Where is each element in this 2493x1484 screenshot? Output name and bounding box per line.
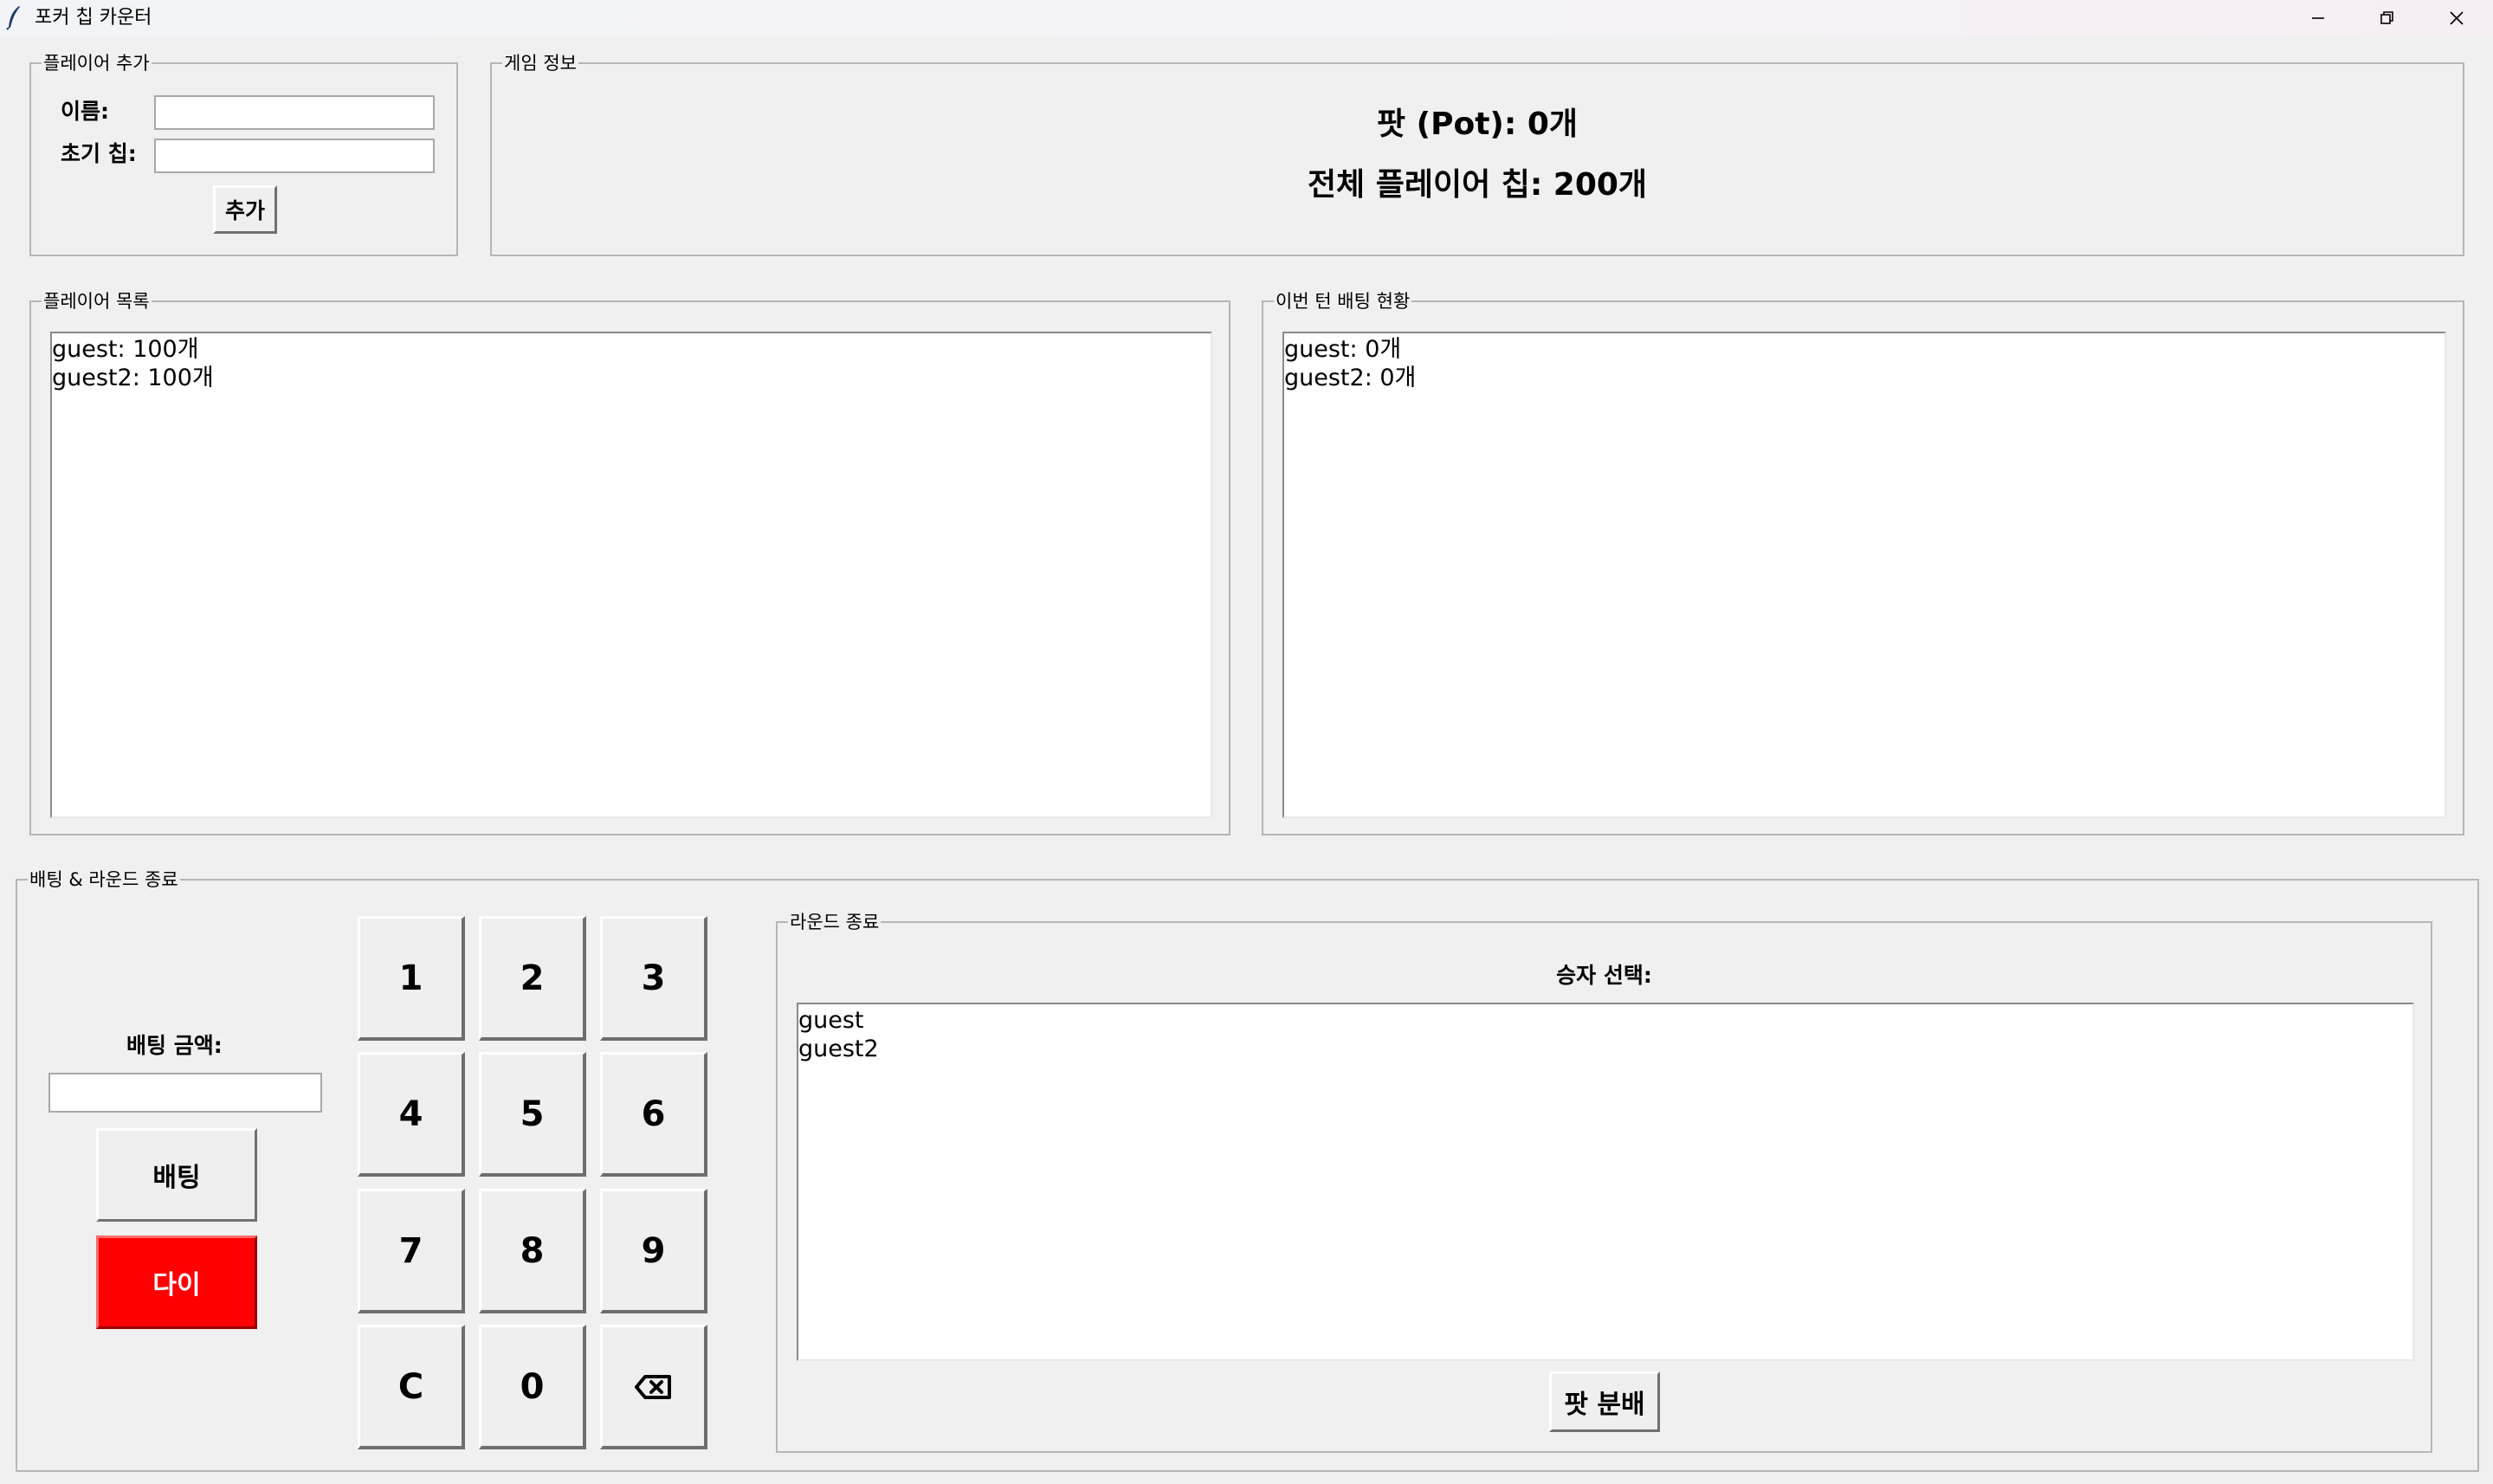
list-item[interactable]: guest2 [798, 1035, 2412, 1063]
winner-select-label: 승자 선택: [1556, 963, 1652, 988]
keypad-key-8[interactable]: 8 [479, 1189, 586, 1313]
bet-status-listbox[interactable]: guest: 0개 guest2: 0개 [1282, 332, 2446, 818]
distribute-pot-button[interactable]: 팟 분배 [1549, 1371, 1660, 1432]
die-button[interactable]: 다이 [96, 1236, 257, 1329]
keypad-key-backspace[interactable] [600, 1325, 707, 1449]
close-icon [2450, 11, 2464, 25]
keypad-key-7[interactable]: 7 [358, 1189, 465, 1313]
bet-status-group: 이번 턴 배팅 현황 guest: 0개 guest2: 0개 [1262, 290, 2464, 836]
window-title: 포커 칩 카운터 [35, 7, 152, 29]
backspace-icon [634, 1374, 671, 1399]
bet-status-legend: 이번 턴 배팅 현황 [1274, 290, 1412, 313]
keypad-key-5[interactable]: 5 [479, 1052, 586, 1177]
bet-amount-label: 배팅 금액: [126, 1033, 223, 1058]
round-end-legend: 라운드 종료 [788, 911, 882, 933]
add-player-button[interactable]: 추가 [213, 185, 277, 234]
keypad-key-1[interactable]: 1 [358, 916, 465, 1041]
list-item[interactable]: guest [798, 1006, 2412, 1035]
keypad-key-9[interactable]: 9 [600, 1189, 707, 1313]
minimize-icon [2312, 17, 2324, 19]
player-list-group: 플레이어 목록 guest: 100개 guest2: 100개 [29, 290, 1230, 836]
title-bar: 포커 칩 카운터 [0, 0, 2493, 36]
feather-icon [6, 6, 20, 30]
game-info-group: 게임 정보 팟 (Pot): 0개 전체 플레이어 칩: 200개 [490, 52, 2464, 256]
list-item[interactable]: guest: 100개 [52, 335, 1211, 364]
game-info-legend: 게임 정보 [502, 52, 578, 74]
initial-chips-input[interactable] [154, 139, 435, 173]
add-player-group: 플레이어 추가 이름: 초기 칩: 추가 [29, 52, 458, 256]
keypad-key-0[interactable]: 0 [479, 1325, 586, 1449]
pot-display: 팟 (Pot): 0개 [1377, 106, 1578, 142]
round-end-group: 라운드 종료 승자 선택: guest guest2 팟 분배 [776, 911, 2432, 1453]
keypad-key-3[interactable]: 3 [600, 916, 707, 1041]
winner-listbox[interactable]: guest guest2 [797, 1003, 2414, 1361]
list-item[interactable]: guest2: 100개 [52, 364, 1211, 392]
list-item[interactable]: guest2: 0개 [1284, 364, 2445, 392]
betting-legend: 배팅 & 라운드 종료 [28, 868, 180, 891]
add-player-legend: 플레이어 추가 [42, 52, 152, 74]
keypad-key-2[interactable]: 2 [479, 916, 586, 1041]
keypad-key-6[interactable]: 6 [600, 1052, 707, 1177]
initial-chips-label: 초기 칩: [61, 141, 137, 166]
bet-button[interactable]: 배팅 [96, 1128, 257, 1222]
minimize-button[interactable] [2283, 0, 2353, 36]
total-chips-display: 전체 플레이어 칩: 200개 [1307, 167, 1648, 203]
restore-icon [2380, 11, 2393, 24]
betting-group: 배팅 & 라운드 종료 배팅 금액: 배팅 다이 1 2 3 4 5 6 7 8… [16, 868, 2479, 1472]
player-list-legend: 플레이어 목록 [42, 290, 152, 313]
keypad-key-clear[interactable]: C [358, 1325, 465, 1449]
close-button[interactable] [2422, 0, 2491, 36]
restore-button[interactable] [2353, 0, 2422, 36]
name-input[interactable] [154, 95, 435, 130]
list-item[interactable]: guest: 0개 [1284, 335, 2445, 364]
player-listbox[interactable]: guest: 100개 guest2: 100개 [50, 332, 1212, 818]
bet-amount-input[interactable] [48, 1073, 322, 1113]
name-label: 이름: [61, 99, 109, 124]
keypad-key-4[interactable]: 4 [358, 1052, 465, 1177]
